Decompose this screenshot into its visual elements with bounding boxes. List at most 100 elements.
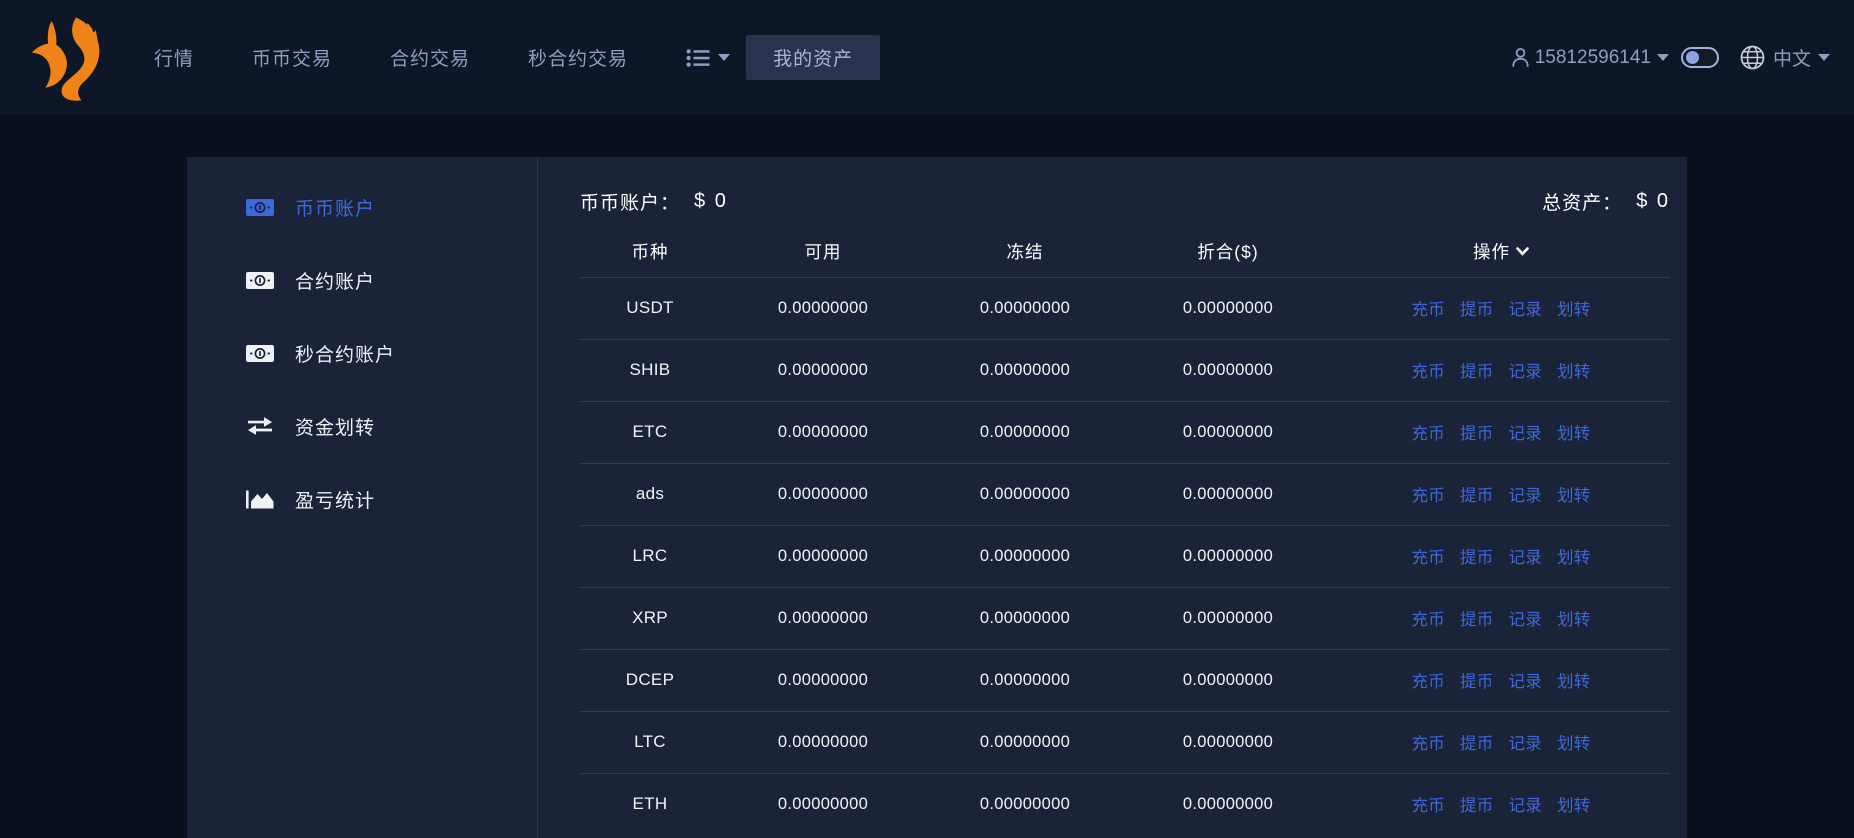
converted-amount: 0.00000000 xyxy=(1124,463,1332,525)
account-balance-label: 币币账户： xyxy=(580,188,680,215)
table-row: LRC 0.00000000 0.00000000 0.00000000 充币 … xyxy=(580,525,1670,587)
converted-amount: 0.00000000 xyxy=(1124,587,1332,649)
transfer-link[interactable]: 划转 xyxy=(1557,673,1591,691)
converted-amount: 0.00000000 xyxy=(1124,711,1332,773)
table-row: USDT 0.00000000 0.00000000 0.00000000 充币… xyxy=(580,277,1670,339)
table-header-row: 币种 可用 冻结 折合($) 操作 xyxy=(580,227,1670,277)
row-actions: 充币 提币 记录 划转 xyxy=(1332,773,1670,835)
row-actions: 充币 提币 记录 划转 xyxy=(1332,711,1670,773)
withdraw-link[interactable]: 提币 xyxy=(1460,673,1494,691)
records-link[interactable]: 记录 xyxy=(1508,487,1542,505)
money-bill-icon xyxy=(245,197,275,218)
withdraw-link[interactable]: 提币 xyxy=(1460,797,1494,815)
records-link[interactable]: 记录 xyxy=(1508,301,1542,319)
nav-menu-dropdown[interactable] xyxy=(686,48,730,68)
col-header-actions[interactable]: 操作 xyxy=(1332,227,1670,277)
nav-item-market[interactable]: 行情 xyxy=(154,44,194,71)
list-icon xyxy=(686,48,711,68)
total-assets: 总资产： $ 0 xyxy=(1542,188,1670,215)
total-assets-value: $ 0 xyxy=(1636,190,1670,213)
deposit-link[interactable]: 充币 xyxy=(1411,425,1445,443)
top-navbar: 行情 币币交易 合约交易 秒合约交易 我的资产 15812596141 xyxy=(0,0,1854,115)
brand-fox-logo[interactable] xyxy=(22,9,112,107)
table-row: LTC 0.00000000 0.00000000 0.00000000 充币 … xyxy=(580,711,1670,773)
table-row: DCEP 0.00000000 0.00000000 0.00000000 充币… xyxy=(580,649,1670,711)
deposit-link[interactable]: 充币 xyxy=(1411,487,1445,505)
deposit-link[interactable]: 充币 xyxy=(1411,735,1445,753)
col-header-coin: 币种 xyxy=(580,227,720,277)
chevron-down-icon xyxy=(718,54,730,61)
sidebar-item-1[interactable]: 合约账户 xyxy=(187,244,537,317)
transfer-link[interactable]: 划转 xyxy=(1557,797,1591,815)
records-link[interactable]: 记录 xyxy=(1508,673,1542,691)
account-balance-value: $ 0 xyxy=(694,190,728,213)
money-bill-icon xyxy=(245,270,275,291)
assets-card: 币币账户 合约账户 秒合约账户 资金划转 盈亏统计 币币账户： $ 0 总资产：… xyxy=(187,157,1687,838)
row-actions: 充币 提币 记录 划转 xyxy=(1332,401,1670,463)
user-icon xyxy=(1509,46,1532,69)
withdraw-link[interactable]: 提币 xyxy=(1460,611,1494,629)
transfer-link[interactable]: 划转 xyxy=(1557,549,1591,567)
transfer-link[interactable]: 划转 xyxy=(1557,487,1591,505)
sidebar-item-3[interactable]: 资金划转 xyxy=(187,390,537,463)
available-amount: 0.00000000 xyxy=(720,711,926,773)
converted-amount: 0.00000000 xyxy=(1124,773,1332,835)
transfer-link[interactable]: 划转 xyxy=(1557,735,1591,753)
nav-item-spot-trade[interactable]: 币币交易 xyxy=(252,44,332,71)
table-row: ETC 0.00000000 0.00000000 0.00000000 充币 … xyxy=(580,401,1670,463)
user-account-dropdown[interactable]: 15812596141 xyxy=(1509,46,1669,69)
records-link[interactable]: 记录 xyxy=(1508,611,1542,629)
toggle-knob xyxy=(1686,51,1699,64)
withdraw-link[interactable]: 提币 xyxy=(1460,425,1494,443)
nav-item-second-contract-trade[interactable]: 秒合约交易 xyxy=(528,44,628,71)
deposit-link[interactable]: 充币 xyxy=(1411,363,1445,381)
sidebar-item-0[interactable]: 币币账户 xyxy=(187,171,537,244)
records-link[interactable]: 记录 xyxy=(1508,735,1542,753)
available-amount: 0.00000000 xyxy=(720,773,926,835)
withdraw-link[interactable]: 提币 xyxy=(1460,487,1494,505)
deposit-link[interactable]: 充币 xyxy=(1411,673,1445,691)
frozen-amount: 0.00000000 xyxy=(926,649,1124,711)
records-link[interactable]: 记录 xyxy=(1508,363,1542,381)
sidebar-item-label: 合约账户 xyxy=(295,267,375,294)
globe-icon xyxy=(1739,44,1766,71)
col-header-converted: 折合($) xyxy=(1124,227,1332,277)
coin-name: LTC xyxy=(580,711,720,773)
records-link[interactable]: 记录 xyxy=(1508,797,1542,815)
row-actions: 充币 提币 记录 划转 xyxy=(1332,277,1670,339)
chart-area-icon xyxy=(245,489,275,510)
withdraw-link[interactable]: 提币 xyxy=(1460,363,1494,381)
withdraw-link[interactable]: 提币 xyxy=(1460,301,1494,319)
transfer-link[interactable]: 划转 xyxy=(1557,301,1591,319)
account-summary: 币币账户： $ 0 总资产： $ 0 xyxy=(580,181,1670,221)
withdraw-link[interactable]: 提币 xyxy=(1460,549,1494,567)
sidebar-item-label: 秒合约账户 xyxy=(295,340,395,367)
sidebar-item-2[interactable]: 秒合约账户 xyxy=(187,317,537,390)
converted-amount: 0.00000000 xyxy=(1124,401,1332,463)
transfer-link[interactable]: 划转 xyxy=(1557,363,1591,381)
frozen-amount: 0.00000000 xyxy=(926,277,1124,339)
deposit-link[interactable]: 充币 xyxy=(1411,797,1445,815)
money-bill-icon xyxy=(245,343,275,364)
coin-name: SHIB xyxy=(580,339,720,401)
deposit-link[interactable]: 充币 xyxy=(1411,301,1445,319)
deposit-link[interactable]: 充币 xyxy=(1411,549,1445,567)
transfer-link[interactable]: 划转 xyxy=(1557,425,1591,443)
records-link[interactable]: 记录 xyxy=(1508,549,1542,567)
nav-item-contract-trade[interactable]: 合约交易 xyxy=(390,44,470,71)
converted-amount: 0.00000000 xyxy=(1124,525,1332,587)
theme-toggle[interactable] xyxy=(1681,47,1719,68)
frozen-amount: 0.00000000 xyxy=(926,463,1124,525)
available-amount: 0.00000000 xyxy=(720,339,926,401)
sidebar-item-4[interactable]: 盈亏统计 xyxy=(187,463,537,536)
withdraw-link[interactable]: 提币 xyxy=(1460,735,1494,753)
available-amount: 0.00000000 xyxy=(720,525,926,587)
language-selector[interactable]: 中文 xyxy=(1739,44,1830,71)
transfer-link[interactable]: 划转 xyxy=(1557,611,1591,629)
available-amount: 0.00000000 xyxy=(720,401,926,463)
account-balance: 币币账户： $ 0 xyxy=(580,188,728,215)
my-assets-button[interactable]: 我的资产 xyxy=(746,35,880,80)
row-actions: 充币 提币 记录 划转 xyxy=(1332,463,1670,525)
records-link[interactable]: 记录 xyxy=(1508,425,1542,443)
deposit-link[interactable]: 充币 xyxy=(1411,611,1445,629)
